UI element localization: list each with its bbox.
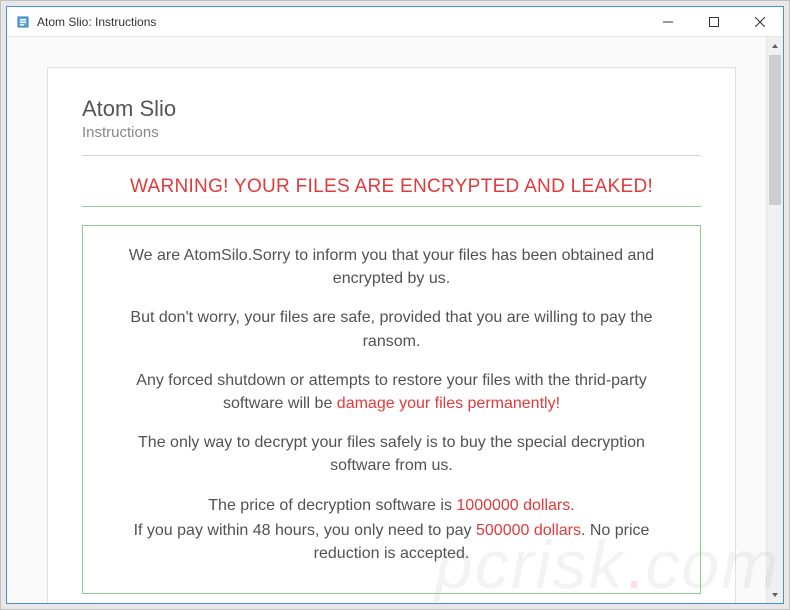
scroll-up-icon[interactable] [767, 37, 783, 54]
price-text: 1000000 dollars [456, 497, 570, 514]
price-text: 500000 dollars [476, 522, 581, 539]
scrollbar-thumb[interactable] [769, 55, 781, 205]
close-button[interactable] [737, 7, 783, 36]
content-area: Atom Slio Instructions WARNING! YOUR FIL… [7, 37, 783, 603]
message-box: We are AtomSilo.Sorry to inform you that… [82, 225, 701, 594]
text: If you pay within 48 hours, you only nee… [134, 522, 476, 539]
page-title: Atom Slio [82, 96, 701, 122]
maximize-button[interactable] [691, 7, 737, 36]
app-icon [15, 14, 31, 30]
minimize-button[interactable] [645, 7, 691, 36]
window-controls [645, 7, 783, 36]
paragraph: The only way to decrypt your files safel… [107, 431, 676, 477]
paragraph: Any forced shutdown or attempts to resto… [107, 369, 676, 415]
paragraph: But don't worry, your files are safe, pr… [107, 306, 676, 352]
titlebar: Atom Slio: Instructions [7, 7, 783, 37]
warning-text: damage your files permanently! [337, 395, 560, 412]
scrollbar[interactable] [766, 37, 783, 603]
scroll-down-icon[interactable] [767, 586, 783, 603]
paragraph: The price of decryption software is 1000… [107, 494, 676, 517]
paragraph: If you pay within 48 hours, you only nee… [107, 519, 676, 565]
page-subtitle: Instructions [82, 124, 701, 141]
divider [82, 155, 701, 156]
warning-heading: WARNING! YOUR FILES ARE ENCRYPTED AND LE… [82, 176, 701, 198]
window-title: Atom Slio: Instructions [37, 15, 645, 29]
divider-green [82, 206, 701, 207]
text: . [570, 497, 574, 514]
paragraph: We are AtomSilo.Sorry to inform you that… [107, 244, 676, 290]
text: The price of decryption software is [208, 497, 456, 514]
app-window: Atom Slio: Instructions Atom Slio Instru… [6, 6, 784, 604]
document-paper: Atom Slio Instructions WARNING! YOUR FIL… [47, 67, 736, 603]
content-scroll: Atom Slio Instructions WARNING! YOUR FIL… [7, 37, 766, 603]
